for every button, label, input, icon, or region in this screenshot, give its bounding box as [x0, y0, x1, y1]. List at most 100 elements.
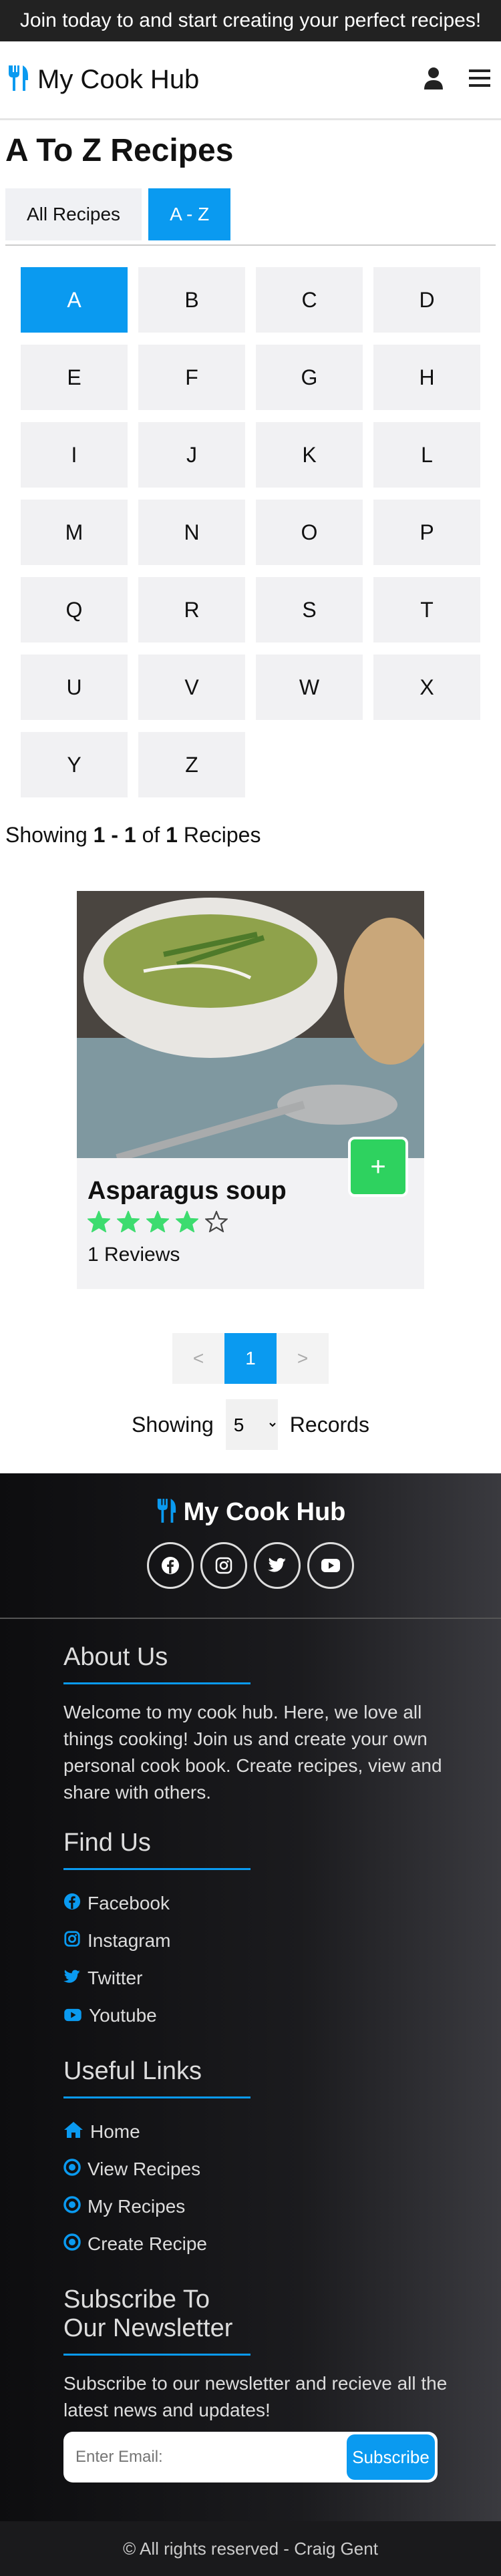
footer-link-label: Instagram [88, 1930, 171, 1951]
find-us-list: Facebook Instagram Twitter Youtube [63, 1885, 454, 2034]
social-icons [0, 1542, 501, 1589]
youtube-icon[interactable] [307, 1542, 354, 1589]
letter-button-x[interactable]: X [373, 655, 480, 720]
tab-a-z[interactable]: A - Z [148, 188, 231, 240]
footer-link-label: Twitter [88, 1968, 143, 1988]
review-count: 1 Reviews [88, 1244, 180, 1266]
footer-link-my-recipes[interactable]: My Recipes [63, 2188, 454, 2225]
footer-link-label: Home [90, 2121, 140, 2142]
letter-button-q[interactable]: Q [21, 577, 128, 642]
twitter-icon[interactable] [254, 1542, 301, 1589]
showing-dash: - [111, 823, 118, 847]
footer-link-label: My Recipes [88, 2196, 186, 2217]
letter-grid: ABCD EFGH IJKL MNOP QRST UVWX YZ [0, 246, 501, 797]
letter-button-s[interactable]: S [256, 577, 363, 642]
utensils-icon [156, 1497, 177, 1527]
brand-name: My Cook Hub [37, 65, 200, 94]
showing-from: 1 [93, 823, 106, 847]
facebook-icon[interactable] [147, 1542, 194, 1589]
promo-banner: Join today to and start creating your pe… [0, 0, 501, 41]
useful-links-heading: Useful Links [63, 2057, 251, 2098]
instagram-icon[interactable] [200, 1542, 247, 1589]
letter-button-p[interactable]: P [373, 500, 480, 565]
star-filled-icon [145, 1210, 170, 1236]
email-input[interactable] [66, 2448, 347, 2466]
footer-link-view-recipes[interactable]: View Recipes [63, 2151, 454, 2188]
pagination: < 1 > [0, 1333, 501, 1384]
letter-button-o[interactable]: O [256, 500, 363, 565]
subscribe-button[interactable]: Subscribe [347, 2434, 435, 2480]
facebook-icon [63, 1893, 81, 1915]
twitter-icon [63, 1968, 81, 1989]
records-select[interactable]: 5 [225, 1399, 278, 1450]
footer-brand-name: My Cook Hub [183, 1498, 346, 1526]
letter-button-r[interactable]: R [138, 577, 245, 642]
rating-stars [77, 1206, 424, 1236]
recipe-image[interactable] [77, 891, 424, 1158]
page-1-button[interactable]: 1 [224, 1333, 277, 1384]
next-page-button[interactable]: > [277, 1333, 329, 1384]
about-text: Welcome to my cook hub. Here, we love al… [63, 1702, 442, 1803]
letter-button-k[interactable]: K [256, 422, 363, 488]
home-icon [63, 2121, 84, 2143]
brand-link[interactable]: My Cook Hub [7, 64, 199, 96]
letter-button-d[interactable]: D [373, 267, 480, 333]
letter-button-t[interactable]: T [373, 577, 480, 642]
letter-button-b[interactable]: B [138, 267, 245, 333]
add-to-cookbook-button[interactable]: + [348, 1137, 408, 1197]
footer-link-label: Facebook [88, 1893, 170, 1913]
newsletter-text: Subscribe to our newsletter and recieve … [63, 2373, 448, 2420]
prev-page-button[interactable]: < [172, 1333, 224, 1384]
star-filled-icon [174, 1210, 200, 1236]
star-filled-icon [86, 1210, 112, 1236]
about-heading: About Us [63, 1643, 251, 1684]
letter-button-f[interactable]: F [138, 345, 245, 410]
showing-to: 1 [124, 823, 136, 847]
records-per-page: Showing 5 Records [0, 1396, 501, 1453]
footer-link-twitter[interactable]: Twitter [63, 1960, 454, 1997]
footer-link-label: View Recipes [88, 2159, 201, 2179]
footer-link-instagram[interactable]: Instagram [63, 1922, 454, 1960]
letter-button-a[interactable]: A [21, 267, 128, 333]
copyright: © All rights reserved - Craig Gent [0, 2521, 501, 2576]
youtube-icon [63, 2005, 82, 2026]
footer-link-create-recipe[interactable]: Create Recipe [63, 2225, 454, 2263]
footer-link-label: Create Recipe [88, 2233, 207, 2254]
showing-of: of [142, 823, 160, 847]
star-empty-icon [204, 1210, 229, 1236]
letter-button-e[interactable]: E [21, 345, 128, 410]
letter-button-j[interactable]: J [138, 422, 245, 488]
newsletter-form: Subscribe [63, 2432, 438, 2482]
footer-link-facebook[interactable]: Facebook [63, 1885, 454, 1922]
dot-circle-icon [63, 2233, 81, 2255]
find-us-heading: Find Us [63, 1829, 251, 1870]
footer-link-label: Youtube [89, 2005, 157, 2026]
letter-button-v[interactable]: V [138, 655, 245, 720]
footer-link-youtube[interactable]: Youtube [63, 1997, 454, 2034]
showing-suffix: Recipes [183, 823, 261, 847]
letter-button-n[interactable]: N [138, 500, 245, 565]
recipe-card[interactable]: + Asparagus soup 1 Reviews [77, 891, 424, 1289]
letter-button-g[interactable]: G [256, 345, 363, 410]
records-prefix: Showing [132, 1412, 214, 1437]
utensils-icon [7, 64, 29, 96]
letter-button-z[interactable]: Z [138, 732, 245, 797]
user-icon[interactable] [424, 67, 444, 93]
letter-button-h[interactable]: H [373, 345, 480, 410]
letter-button-y[interactable]: Y [21, 732, 128, 797]
tab-all-recipes[interactable]: All Recipes [5, 188, 142, 240]
letter-button-w[interactable]: W [256, 655, 363, 720]
navbar: My Cook Hub [0, 41, 501, 120]
footer-brand[interactable]: My Cook Hub [0, 1497, 501, 1527]
letter-button-c[interactable]: C [256, 267, 363, 333]
dot-circle-icon [63, 2195, 81, 2218]
letter-button-u[interactable]: U [21, 655, 128, 720]
showing-summary: Showing 1 - 1 of 1 Recipes [0, 797, 501, 882]
letter-button-l[interactable]: L [373, 422, 480, 488]
hamburger-icon[interactable] [469, 69, 490, 91]
letter-button-m[interactable]: M [21, 500, 128, 565]
showing-prefix: Showing [5, 823, 88, 847]
footer: My Cook Hub About Us Welcome to my cook … [0, 1473, 501, 2576]
footer-link-home[interactable]: Home [63, 2113, 454, 2151]
letter-button-i[interactable]: I [21, 422, 128, 488]
